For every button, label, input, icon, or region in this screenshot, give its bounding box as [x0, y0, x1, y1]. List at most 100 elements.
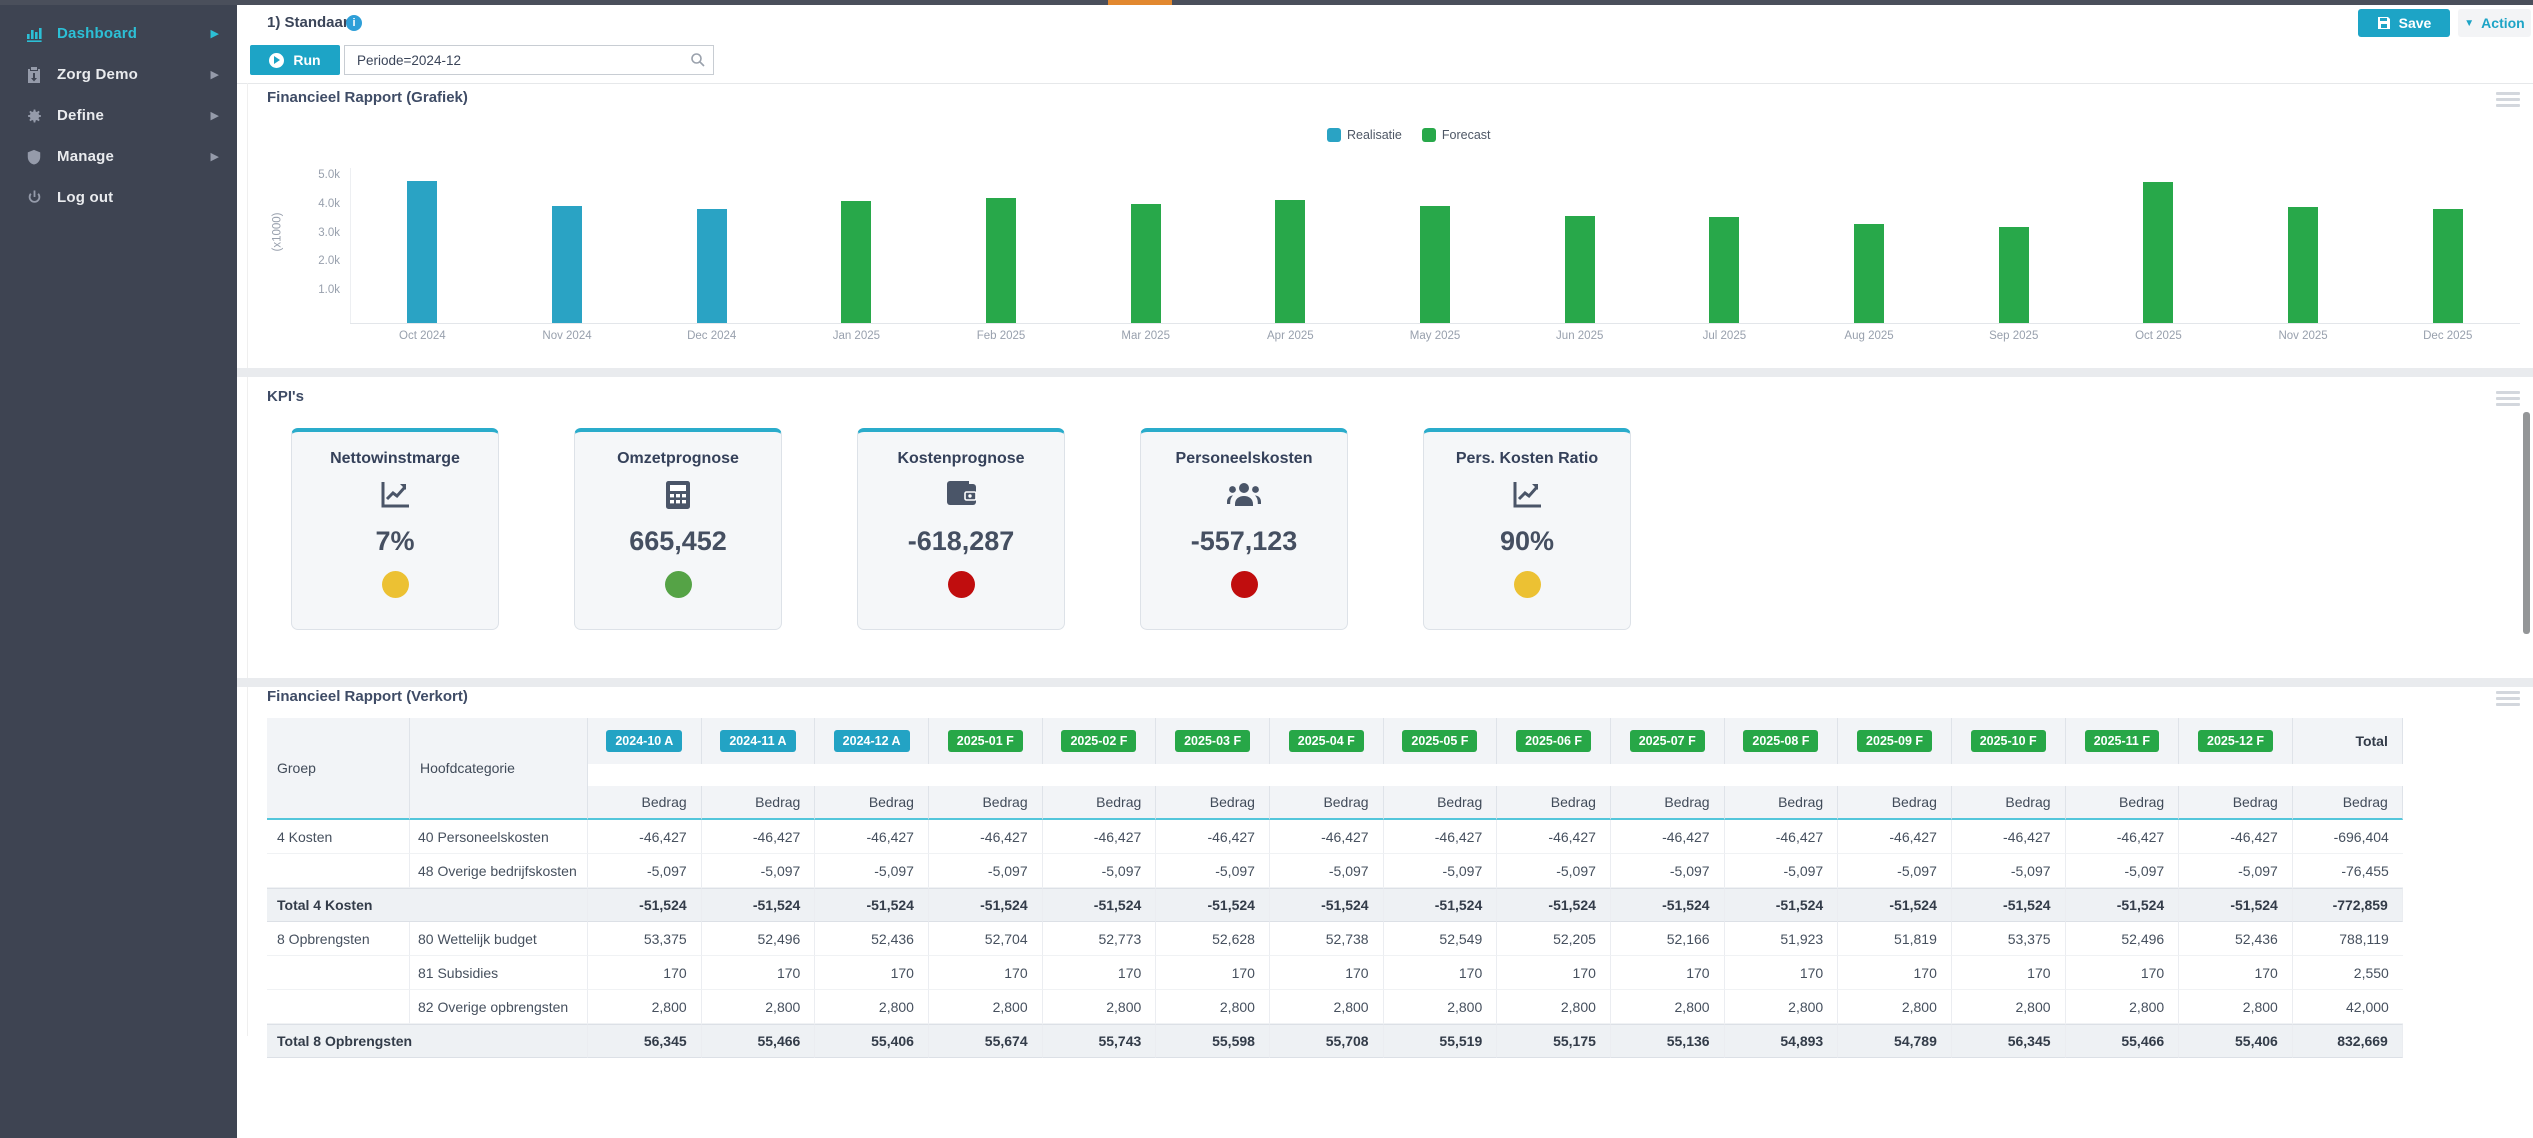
month-badge: 2025-09 F [1857, 730, 1932, 752]
total-cell-value: -51,524 [2066, 888, 2180, 922]
sidebar-item-dashboard[interactable]: Dashboard▶ [0, 13, 237, 54]
kpi-title: Nettowinstmarge [292, 450, 498, 468]
sub-header-bedrag: Bedrag [1838, 786, 1952, 820]
table-menu-icon[interactable] [2496, 691, 2520, 706]
cell-value: -46,427 [2066, 820, 2180, 854]
period-filter-input[interactable] [344, 45, 714, 75]
cell-value: -5,097 [815, 854, 929, 888]
cell-total: 788,119 [2293, 922, 2403, 956]
x-axis-line [350, 323, 2520, 324]
total-cell-value: 55,466 [2066, 1024, 2180, 1058]
chevron-right-icon: ▶ [211, 150, 219, 163]
bar-group-jan-2025: Jan 2025 [784, 168, 929, 323]
cell-value: 52,704 [929, 922, 1043, 956]
y-tick-label: 5.0k [298, 169, 340, 181]
cell-value: 170 [1043, 956, 1157, 990]
save-button[interactable]: Save [2358, 9, 2450, 37]
sidebar-item-define[interactable]: Define▶ [0, 95, 237, 136]
search-icon[interactable] [690, 52, 706, 68]
action-dropdown[interactable]: ▼ Action [2458, 9, 2531, 37]
column-header-month: 2025-09 F [1838, 718, 1952, 764]
cell-value: 52,549 [1384, 922, 1498, 956]
total-cell-value: -51,524 [1270, 888, 1384, 922]
bar-group-oct-2025: Oct 2025 [2086, 168, 2231, 323]
sub-header-bedrag: Bedrag [1156, 786, 1270, 820]
column-header-month: 2025-10 F [1952, 718, 2066, 764]
cell-value: 52,628 [1156, 922, 1270, 956]
bar [1420, 206, 1450, 323]
cell-value: 170 [1270, 956, 1384, 990]
column-header-month: 2024-10 A [588, 718, 702, 764]
chart-line-icon [1424, 480, 1630, 512]
cell-value: 51,923 [1725, 922, 1839, 956]
month-badge: 2025-05 F [1402, 730, 1477, 752]
kpi-status-indicator [1514, 571, 1541, 598]
cell-total: -76,455 [2293, 854, 2403, 888]
sidebar-item-log-out[interactable]: Log out [0, 177, 237, 218]
column-header-month: 2025-11 F [2066, 718, 2180, 764]
total-cell-value: 55,136 [1611, 1024, 1725, 1058]
cell-value: -5,097 [1270, 854, 1384, 888]
cell-total: 2,550 [2293, 956, 2403, 990]
bar-chart: Oct 2024Nov 2024Dec 2024Jan 2025Feb 2025… [350, 168, 2520, 323]
cell-total: 42,000 [2293, 990, 2403, 1024]
vertical-scrollbar[interactable] [2523, 412, 2530, 634]
kpi-section-title: KPI's [267, 388, 304, 405]
kpi-card-4: Personeelskosten-557,123 [1140, 428, 1348, 630]
table-section-title: Financieel Rapport (Verkort) [267, 688, 468, 705]
cell-value: 170 [1611, 956, 1725, 990]
month-badge: 2025-01 F [948, 730, 1023, 752]
cell-value: -5,097 [588, 854, 702, 888]
run-button[interactable]: Run [250, 45, 340, 75]
bar-group-jun-2025: Jun 2025 [1507, 168, 1652, 323]
total-cell-value: -51,524 [1497, 888, 1611, 922]
chart-menu-icon[interactable] [2496, 92, 2520, 107]
bar [1565, 216, 1595, 323]
info-icon[interactable]: i [346, 15, 362, 31]
total-cell-value: 55,674 [929, 1024, 1043, 1058]
sidebar-item-manage[interactable]: Manage▶ [0, 136, 237, 177]
bar-group-feb-2025: Feb 2025 [929, 168, 1074, 323]
power-icon [24, 188, 44, 208]
column-header-month: 2025-07 F [1611, 718, 1725, 764]
kpi-value: 7% [292, 526, 498, 557]
sub-header-bedrag: Bedrag [2293, 786, 2403, 820]
legend-swatch [1327, 128, 1341, 142]
legend-label: Realisatie [1347, 128, 1402, 142]
month-badge: 2024-12 A [834, 730, 910, 752]
x-tick-label: Apr 2025 [1218, 330, 1363, 342]
cell-value: 2,800 [702, 990, 816, 1024]
sidebar: Dashboard▶Zorg Demo▶Define▶Manage▶Log ou… [0, 5, 237, 1138]
x-tick-label: Jan 2025 [784, 330, 929, 342]
bar [841, 201, 871, 323]
bar [986, 198, 1016, 323]
sidebar-item-zorg-demo[interactable]: Zorg Demo▶ [0, 54, 237, 95]
legend-item-forecast[interactable]: Forecast [1422, 128, 1491, 142]
cell-value: -5,097 [702, 854, 816, 888]
cell-value: -46,427 [1838, 820, 1952, 854]
legend-item-realisatie[interactable]: Realisatie [1327, 128, 1402, 142]
total-cell-value: -51,524 [588, 888, 702, 922]
cell-value: 53,375 [588, 922, 702, 956]
play-icon [269, 53, 284, 68]
financial-table: GroepHoofdcategorie2024-10 A2024-11 A202… [267, 718, 2403, 1058]
cell-value: -5,097 [1952, 854, 2066, 888]
cell-value: 170 [1497, 956, 1611, 990]
cell-value: 170 [815, 956, 929, 990]
cell-value: 2,800 [1270, 990, 1384, 1024]
y-axis-unit-label: (x1000) [272, 213, 284, 252]
bar [407, 181, 437, 323]
kpi-title: Pers. Kosten Ratio [1424, 450, 1630, 468]
bar-group-dec-2024: Dec 2024 [639, 168, 784, 323]
total-cell-sum: 832,669 [2293, 1024, 2403, 1058]
bar-group-nov-2025: Nov 2025 [2231, 168, 2376, 323]
column-header-month: 2025-08 F [1725, 718, 1839, 764]
bar-group-may-2025: May 2025 [1363, 168, 1508, 323]
cell-value: 2,800 [1156, 990, 1270, 1024]
kpi-menu-icon[interactable] [2496, 391, 2520, 406]
total-cell-value: 55,406 [815, 1024, 929, 1058]
cell-value: -46,427 [588, 820, 702, 854]
sub-header-bedrag: Bedrag [1952, 786, 2066, 820]
cell-value: -5,097 [1725, 854, 1839, 888]
total-cell-value: -51,524 [1725, 888, 1839, 922]
